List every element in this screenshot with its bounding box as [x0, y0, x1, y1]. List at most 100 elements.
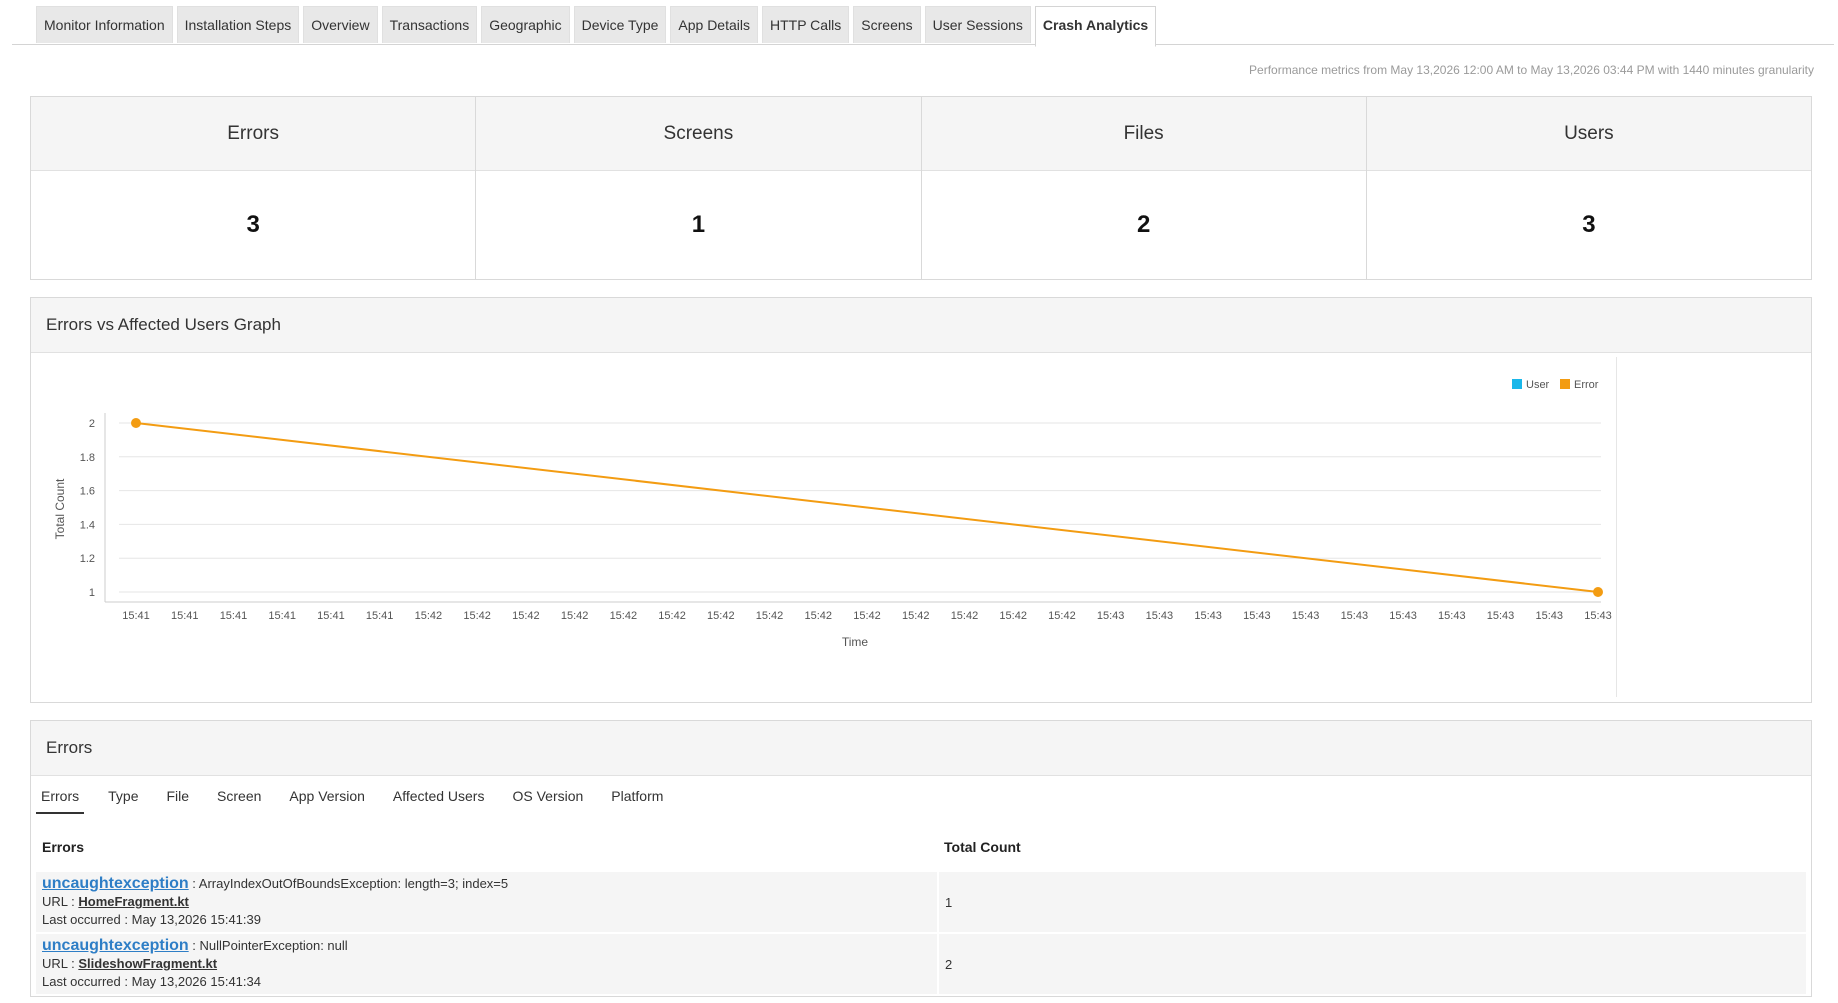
tab-screens[interactable]: Screens — [853, 6, 921, 43]
x-tick-label: 15:43 — [1194, 610, 1222, 622]
last-occurred-label: Last occurred : — [42, 912, 132, 927]
total-count-cell: 2 — [937, 932, 1806, 994]
x-tick-label: 15:42 — [658, 610, 686, 622]
tab-installation-steps[interactable]: Installation Steps — [176, 6, 300, 43]
errors-table-header: Errors Total Count — [36, 824, 1806, 871]
x-tick-label: 15:43 — [1243, 610, 1271, 622]
last-occurred-value: May 13,2026 15:41:39 — [131, 912, 261, 927]
error-title-line: uncaughtexception : ArrayIndexOutOfBound… — [42, 875, 931, 893]
y-tick-label: 1.6 — [80, 486, 95, 498]
stat-label: Errors — [31, 97, 476, 171]
errors-panel-title: Errors — [31, 721, 1811, 776]
url-label: URL : — [42, 894, 79, 909]
last-occurred-label: Last occurred : — [42, 974, 132, 989]
x-tick-label: 15:43 — [1146, 610, 1174, 622]
table-row: uncaughtexception : NullPointerException… — [36, 932, 1806, 994]
error-type-link[interactable]: uncaughtexception — [42, 875, 189, 892]
x-tick-label: 15:43 — [1292, 610, 1320, 622]
tab-app-details[interactable]: App Details — [670, 6, 758, 43]
error-cell: uncaughtexception : ArrayIndexOutOfBound… — [36, 870, 938, 933]
error-url-line: URL : SlideshowFragment.kt — [42, 955, 931, 973]
stat-value: 3 — [246, 211, 260, 238]
error-last-occurred-line: Last occurred : May 13,2026 15:41:34 — [42, 973, 931, 991]
file-link[interactable]: SlideshowFragment.kt — [78, 956, 217, 971]
stat-value: 1 — [691, 211, 706, 238]
errors-users-line-chart: 2 1.8 1.6 1.4 1.2 1 15:41 15:41 15:41 15:41 15:41 1… — [53, 379, 1612, 649]
x-tick-label: 15:42 — [415, 610, 443, 622]
x-tick-label: 15:42 — [463, 610, 491, 622]
x-tick-label: 15:43 — [1389, 610, 1417, 622]
y-tick-label: 1.8 — [80, 452, 95, 464]
x-tick-label: 15:43 — [1584, 610, 1612, 622]
legend-swatch-user — [1512, 379, 1522, 389]
x-tick-label: 15:43 — [1536, 610, 1564, 622]
x-tick-label: 15:42 — [561, 610, 589, 622]
tab-crash-analytics[interactable]: Crash Analytics — [1034, 6, 1157, 47]
tab-geographic[interactable]: Geographic — [481, 6, 570, 43]
subtab-file[interactable]: File — [152, 781, 203, 812]
performance-range-note: Performance metrics from May 13,2026 12:… — [1249, 63, 1814, 77]
stat-value: 3 — [1582, 211, 1596, 238]
tab-device-type[interactable]: Device Type — [573, 6, 667, 43]
x-tick-label: 15:41 — [220, 610, 248, 622]
stat-card-errors: Errors 3 — [31, 97, 477, 279]
stat-value: 2 — [1136, 211, 1151, 238]
column-header-total-count: Total Count — [944, 839, 1021, 855]
legend-swatch-error — [1560, 379, 1570, 389]
x-tick-label: 15:42 — [951, 610, 979, 622]
errors-table: Errors Total Count uncaughtexception : A… — [36, 824, 1806, 994]
chart-container: 2 1.8 1.6 1.4 1.2 1 15:41 15:41 15:41 15:41 15:41 1… — [34, 357, 1617, 697]
series-line-error — [135, 422, 1599, 593]
tab-user-sessions[interactable]: User Sessions — [924, 6, 1031, 43]
subtab-type[interactable]: Type — [94, 781, 152, 812]
tab-overview[interactable]: Overview — [303, 6, 378, 43]
x-axis-title: Time — [842, 635, 869, 649]
error-title-line: uncaughtexception : NullPointerException… — [42, 937, 931, 955]
stat-card-users: Users 3 — [1366, 97, 1811, 279]
tab-transactions[interactable]: Transactions — [381, 6, 478, 43]
x-tick-label: 15:41 — [171, 610, 199, 622]
subtab-app-version[interactable]: App Version — [275, 781, 379, 812]
x-tick-label: 15:42 — [805, 610, 833, 622]
x-tick-label: 15:41 — [122, 610, 150, 622]
total-count-cell: 1 — [937, 870, 1806, 933]
x-tick-label: 15:42 — [853, 610, 881, 622]
stat-label: Files — [921, 97, 1366, 171]
graph-panel-title: Errors vs Affected Users Graph — [31, 298, 1811, 353]
tab-monitor-information[interactable]: Monitor Information — [36, 6, 173, 43]
error-url-line: URL : HomeFragment.kt — [42, 893, 931, 911]
x-tick-label: 15:43 — [1097, 610, 1125, 622]
x-tick-label: 15:41 — [366, 610, 394, 622]
tab-list: Monitor Information Installation Steps Ove… — [36, 6, 1160, 47]
data-point — [1593, 587, 1603, 597]
url-label: URL : — [42, 956, 79, 971]
column-header-errors: Errors — [42, 839, 85, 855]
x-tick-label: 15:43 — [1438, 610, 1466, 622]
subtab-screen[interactable]: Screen — [203, 781, 275, 812]
y-axis-title: Total Count — [53, 478, 67, 539]
x-tick-label: 15:42 — [756, 610, 784, 622]
errors-subtabs: Errors Type File Screen App Version Affected … — [36, 781, 677, 814]
stat-card-files: Files 2 — [921, 97, 1367, 279]
x-tick-label: 15:41 — [268, 610, 296, 622]
x-tick-label: 15:42 — [902, 610, 930, 622]
stat-label: Users — [1366, 97, 1811, 171]
subtab-errors[interactable]: Errors — [36, 781, 85, 814]
x-tick-label: 15:42 — [512, 610, 540, 622]
error-cell: uncaughtexception : NullPointerException… — [36, 932, 938, 994]
subtab-os-version[interactable]: OS Version — [498, 781, 597, 812]
stat-label: Screens — [476, 97, 921, 171]
x-tick-label: 15:42 — [1048, 610, 1076, 622]
legend-label-error: Error — [1574, 379, 1599, 391]
error-type-link[interactable]: uncaughtexception — [42, 937, 189, 954]
subtab-affected-users[interactable]: Affected Users — [379, 781, 499, 812]
tab-http-calls[interactable]: HTTP Calls — [761, 6, 850, 43]
y-tick-label: 2 — [89, 418, 95, 430]
errors-panel: Errors Errors Type File Screen App Version Af… — [30, 720, 1812, 997]
x-tick-label: 15:41 — [317, 610, 345, 622]
errors-vs-users-graph-panel: Errors vs Affected Users Graph 2 1.8 1.6 1.… — [30, 297, 1812, 703]
legend-label-user: User — [1526, 379, 1550, 391]
file-link[interactable]: HomeFragment.kt — [78, 894, 189, 909]
summary-stats: Errors 3 Screens 1 Files 2 Users 3 — [30, 96, 1812, 280]
subtab-platform[interactable]: Platform — [597, 781, 677, 812]
